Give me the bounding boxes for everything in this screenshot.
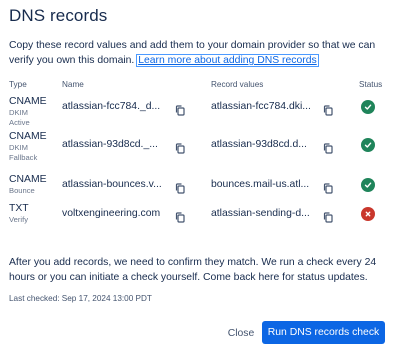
copy-value-icon[interactable] xyxy=(323,210,333,223)
intro-text: Copy these record values and add them to… xyxy=(9,38,387,68)
record-name: voltxengineering.com xyxy=(62,208,161,219)
record-value: atlassian-fcc784.dki... xyxy=(211,101,311,112)
record-type: TXT xyxy=(9,203,29,214)
dns-records-table: Type Name Record values Status CNAME DKI… xyxy=(9,76,387,231)
table-row: TXT Verify voltxengineering.com atlassia… xyxy=(9,201,387,231)
table-row: CNAME Bounce atlassian-bounces.v... boun… xyxy=(9,172,387,201)
error-circle-icon xyxy=(361,207,375,221)
learn-more-link[interactable]: Learn more about adding DNS records xyxy=(136,54,319,67)
record-type: CNAME xyxy=(9,174,47,185)
copy-value-icon[interactable] xyxy=(323,141,333,154)
check-circle-icon xyxy=(361,100,375,114)
record-subtype: Verify xyxy=(9,215,28,224)
record-name: atlassian-fcc784._d... xyxy=(62,101,161,112)
table-row: CNAME DKIM Active atlassian-fcc784._d...… xyxy=(9,94,387,129)
record-subtype: Bounce xyxy=(9,186,35,195)
dns-records-dialog: DNS records Copy these record values and… xyxy=(0,0,394,351)
table-row: CNAME DKIM Fallback atlassian-93d8cd._..… xyxy=(9,129,387,172)
copy-value-icon[interactable] xyxy=(323,103,333,116)
record-subtype: DKIM Fallback xyxy=(9,143,38,162)
record-subtype: DKIM Active xyxy=(9,108,30,127)
table-header: Type Name Record values Status xyxy=(9,76,387,94)
close-button[interactable]: Close xyxy=(224,322,258,344)
record-type: CNAME xyxy=(9,96,47,107)
status-info-text: After you add records, we need to confir… xyxy=(9,257,377,283)
header-record-values: Record values xyxy=(211,80,264,89)
dialog-title: DNS records xyxy=(9,6,108,25)
check-circle-icon xyxy=(361,178,375,192)
header-type: Type xyxy=(9,80,27,89)
copy-name-icon[interactable] xyxy=(175,210,185,223)
copy-name-icon[interactable] xyxy=(175,141,185,154)
record-value: bounces.mail-us.atl... xyxy=(211,179,310,190)
copy-value-icon[interactable] xyxy=(323,181,333,194)
record-name: atlassian-93d8cd._... xyxy=(62,139,158,150)
run-dns-check-button[interactable]: Run DNS records check xyxy=(262,321,385,344)
check-circle-icon xyxy=(361,138,375,152)
record-value: atlassian-93d8cd.d... xyxy=(211,139,307,150)
record-value: atlassian-sending-d... xyxy=(211,208,310,219)
record-name: atlassian-bounces.v... xyxy=(62,179,162,190)
record-type: CNAME xyxy=(9,131,47,142)
last-checked-timestamp: Last checked: Sep 17, 2024 13:00 PDT xyxy=(9,294,152,303)
header-name: Name xyxy=(62,80,84,89)
copy-name-icon[interactable] xyxy=(175,181,185,194)
header-status: Status xyxy=(359,80,383,89)
copy-name-icon[interactable] xyxy=(175,103,185,116)
